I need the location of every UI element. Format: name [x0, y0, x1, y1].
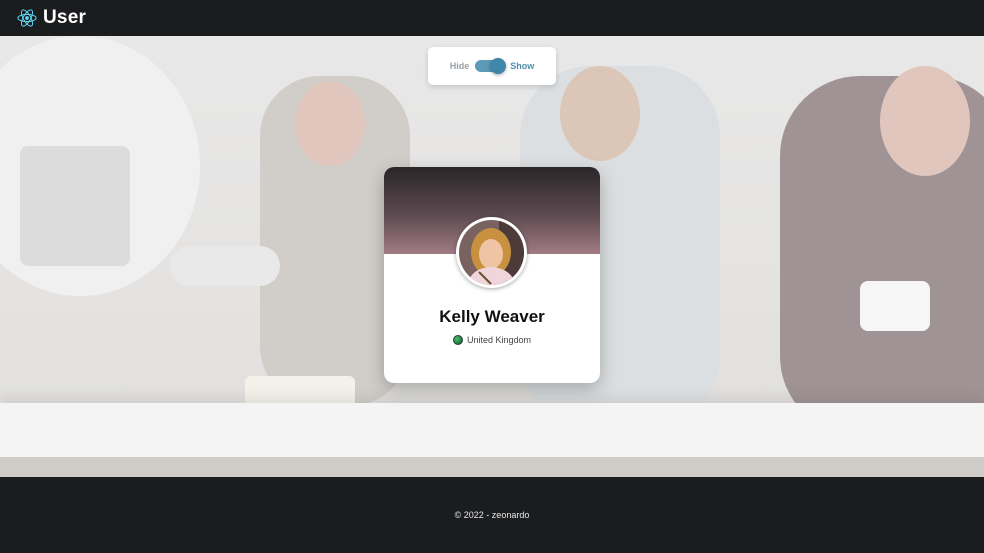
show-label[interactable]: Show [510, 61, 534, 71]
country-label: United Kingdom [466, 335, 532, 345]
visibility-switch[interactable] [475, 58, 507, 74]
copyright-text: © 2022 - zeonardo [454, 510, 530, 520]
hide-label[interactable]: Hide [450, 61, 470, 71]
switch-thumb[interactable] [490, 58, 507, 74]
user-photo [459, 220, 524, 285]
profile-country: United Kingdom [384, 335, 600, 345]
visibility-toggle-panel: Hide Show [428, 47, 556, 85]
profile-name: Kelly Weaver [439, 307, 545, 326]
app-header: User [0, 0, 984, 36]
avatar [456, 217, 527, 288]
profile-card: Kelly Weaver United Kingdom [384, 167, 600, 383]
footer: © 2022 - zeonardo [0, 477, 984, 553]
app-title: User [43, 7, 87, 28]
react-atom-icon [17, 8, 37, 28]
globe-icon [452, 335, 463, 345]
